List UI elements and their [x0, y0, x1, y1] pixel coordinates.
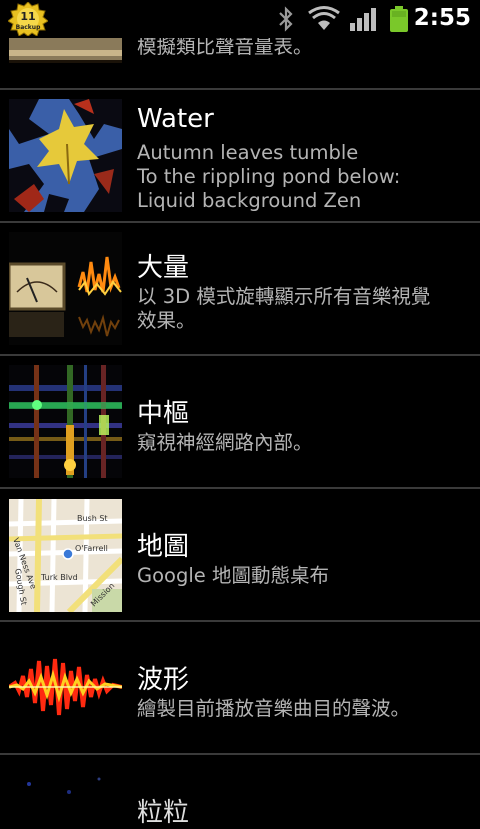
signal-icon — [350, 8, 376, 31]
item-title: 粒粒 — [137, 798, 190, 828]
description-line: Google 地圖動態桌布 — [137, 564, 329, 587]
item-title: 中樞 — [137, 399, 190, 429]
map-label: O'Farrell — [75, 544, 108, 553]
description-line: Autumn leaves tumble — [137, 141, 359, 164]
autumn-leaves-thumbnail — [9, 99, 122, 212]
description-line: Liquid background Zen — [137, 189, 362, 212]
neural-grid-thumbnail — [9, 365, 122, 478]
description-line: To the rippling pond below: — [137, 165, 401, 188]
list-item-daliang[interactable]: 大量 以 3D 模式旋轉顯示所有音樂視覺 效果。 — [0, 221, 480, 353]
status-bar: 11 Backup 2:55 — [0, 0, 480, 38]
status-time: 2:55 — [413, 5, 471, 31]
battery-icon — [390, 6, 408, 32]
list-item-zhongshu[interactable]: 中樞 窺視神經網路內部。 — [0, 354, 480, 486]
vu-meter-waveform-thumbnail — [9, 232, 122, 345]
list-item-water[interactable]: Water Autumn leaves tumble To the rippli… — [0, 88, 480, 220]
description-line: 以 3D 模式旋轉顯示所有音樂視覺 — [137, 285, 431, 308]
item-title: 波形 — [137, 665, 190, 695]
item-description: Google 地圖動態桌布 — [137, 564, 472, 588]
list-item-ditu[interactable]: Bush St Van Ness Ave O'Farrell Gough St … — [0, 487, 480, 619]
item-title: 地圖 — [137, 532, 190, 562]
backup-label: Backup — [16, 24, 41, 31]
sound-wave-thumbnail — [9, 631, 122, 744]
item-title: Water — [137, 104, 214, 134]
item-description: 以 3D 模式旋轉顯示所有音樂視覺 效果。 — [137, 285, 472, 333]
wifi-icon — [308, 6, 340, 30]
description-line: 窺視神經網路內部。 — [137, 431, 313, 454]
description-line: 繪製目前播放音樂曲目的聲波。 — [137, 697, 411, 720]
item-title: 大量 — [137, 253, 190, 283]
item-description: 窺視神經網路內部。 — [137, 431, 472, 455]
particles-thumbnail — [9, 764, 122, 800]
partial-bottom-item[interactable]: 粒粒 — [0, 753, 480, 828]
map-label: Turk Blvd — [40, 573, 78, 582]
backup-app-icon[interactable]: 11 Backup — [7, 1, 49, 37]
backup-number: 11 — [20, 10, 35, 23]
item-description: Autumn leaves tumble To the rippling pon… — [137, 141, 472, 213]
map-label: Bush St — [77, 514, 108, 523]
live-wallpaper-list: 模擬類比聲音量表。 Water Autumn leaves tumble To … — [0, 0, 480, 828]
list-item-boxing[interactable]: 波形 繪製目前播放音樂曲目的聲波。 — [0, 620, 480, 752]
bluetooth-icon — [279, 6, 293, 32]
description-line: 效果。 — [137, 309, 196, 332]
item-description: 繪製目前播放音樂曲目的聲波。 — [137, 697, 472, 721]
street-map-thumbnail: Bush St Van Ness Ave O'Farrell Gough St … — [9, 499, 122, 612]
